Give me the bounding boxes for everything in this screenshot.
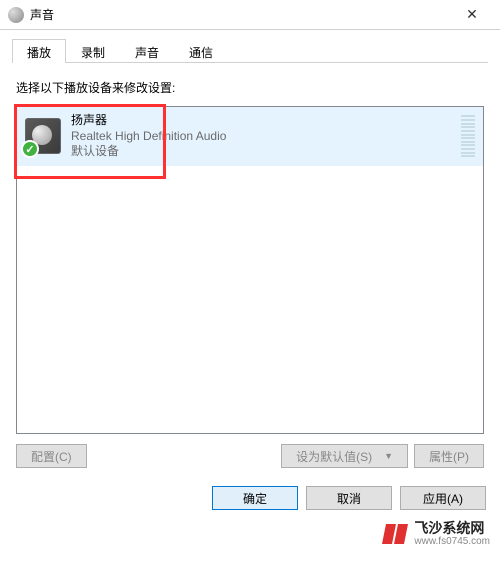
set-default-button[interactable]: 设为默认值(S)▼ <box>281 444 408 468</box>
device-description: Realtek High Definition Audio <box>71 129 453 145</box>
titlebar: 声音 ✕ <box>0 0 500 30</box>
properties-button[interactable]: 属性(P) <box>414 444 484 468</box>
watermark-name: 飞沙系统网 <box>414 521 490 536</box>
button-row-lower: 配置(C) 设为默认值(S)▼ 属性(P) <box>16 444 484 468</box>
watermark-logo-icon <box>382 520 410 548</box>
configure-button[interactable]: 配置(C) <box>16 444 87 468</box>
sound-icon <box>8 7 24 23</box>
tab-sounds[interactable]: 声音 <box>120 39 174 63</box>
cancel-button[interactable]: 取消 <box>306 486 392 510</box>
watermark-text: 飞沙系统网 www.fs0745.com <box>414 521 490 547</box>
close-button[interactable]: ✕ <box>452 3 492 27</box>
device-item[interactable]: ✓ 扬声器 Realtek High Definition Audio 默认设备 <box>17 107 483 166</box>
window-title: 声音 <box>30 6 452 23</box>
watermark-url: www.fs0745.com <box>414 536 490 547</box>
watermark: 飞沙系统网 www.fs0745.com <box>382 520 490 548</box>
tab-communications[interactable]: 通信 <box>174 39 228 63</box>
level-meter <box>461 115 475 157</box>
device-list[interactable]: ✓ 扬声器 Realtek High Definition Audio 默认设备 <box>16 106 484 434</box>
dialog-buttons: 确定 取消 应用(A) <box>0 476 500 524</box>
apply-button[interactable]: 应用(A) <box>400 486 486 510</box>
device-icon-wrap: ✓ <box>25 118 61 154</box>
tab-playback[interactable]: 播放 <box>12 39 66 63</box>
tab-recording[interactable]: 录制 <box>66 39 120 63</box>
device-info: 扬声器 Realtek High Definition Audio 默认设备 <box>71 113 453 160</box>
ok-button[interactable]: 确定 <box>212 486 298 510</box>
device-status: 默认设备 <box>71 144 453 160</box>
device-name: 扬声器 <box>71 113 453 129</box>
tab-content: 选择以下播放设备来修改设置: ✓ 扬声器 Realtek High Defini… <box>12 63 488 476</box>
chevron-down-icon: ▼ <box>384 451 393 461</box>
dialog-body: 播放 录制 声音 通信 选择以下播放设备来修改设置: ✓ 扬声器 Realtek… <box>0 30 500 476</box>
tabs: 播放 录制 声音 通信 <box>12 38 488 63</box>
instruction-text: 选择以下播放设备来修改设置: <box>16 79 484 96</box>
default-check-icon: ✓ <box>21 140 39 158</box>
